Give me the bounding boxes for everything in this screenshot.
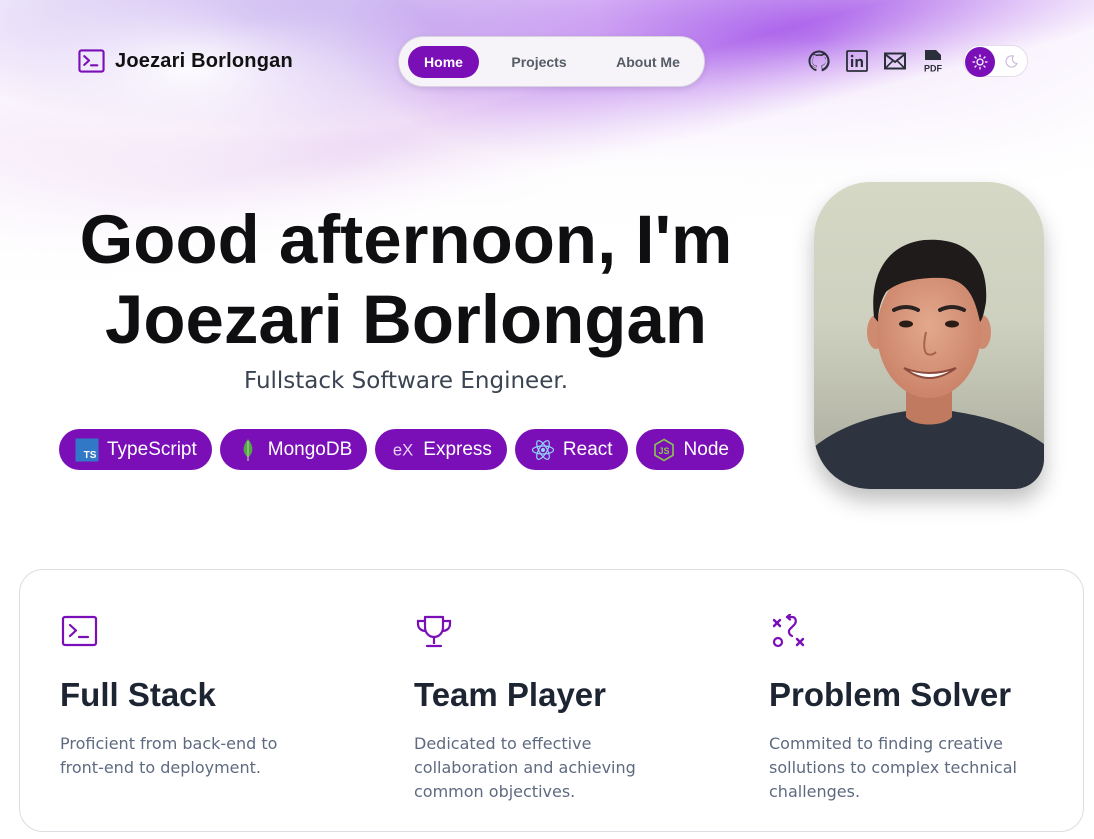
- skill-pills: TS TypeScript MongoDB eX Express React J…: [59, 429, 744, 470]
- skill-label: React: [562, 438, 613, 460]
- feature-problem-solver: Problem Solver Commited to finding creat…: [769, 613, 1049, 804]
- hero-greeting-line1: Good afternoon, I'm: [79, 201, 733, 278]
- sun-icon: [972, 54, 988, 70]
- express-icon: eX: [391, 438, 415, 462]
- mongodb-icon: [236, 438, 260, 462]
- nodejs-badge-text: JS: [658, 446, 669, 456]
- main-nav: Home Projects About Me: [398, 36, 705, 87]
- skill-pill-express[interactable]: eX Express: [375, 429, 507, 470]
- github-icon: [808, 50, 830, 72]
- features-card: Full Stack Proficient from back-end to f…: [19, 569, 1084, 832]
- skill-pill-node[interactable]: JS Node: [635, 429, 744, 470]
- trophy-icon: [416, 615, 452, 648]
- react-icon: [531, 438, 555, 462]
- portrait-illustration: [814, 239, 1044, 489]
- nodejs-icon: JS: [652, 438, 676, 462]
- profile-photo: [814, 182, 1044, 489]
- linkedin-icon: [846, 50, 868, 72]
- hero-subtitle: Fullstack Software Engineer.: [243, 368, 569, 394]
- skill-label: MongoDB: [267, 438, 353, 460]
- express-badge-text: eX: [393, 440, 413, 459]
- logo-name: Joezari Borlongan: [115, 49, 293, 72]
- light-mode-option[interactable]: [965, 47, 995, 77]
- terminal-icon: [78, 49, 105, 73]
- hero-greeting-line2: Joezari Borlongan: [105, 281, 707, 358]
- feature-title: Team Player: [414, 676, 607, 713]
- moon-icon[interactable]: [1004, 54, 1019, 69]
- feature-description: Dedicated to effective collaboration and…: [414, 734, 636, 801]
- site-logo[interactable]: Joezari Borlongan: [78, 48, 293, 74]
- mail-icon: [884, 52, 906, 70]
- resume-pdf-link[interactable]: PDF: [921, 49, 945, 73]
- linkedin-link[interactable]: [845, 49, 869, 73]
- feature-title: Problem Solver: [769, 676, 1012, 713]
- skill-label: Node: [683, 438, 729, 460]
- email-link[interactable]: [883, 49, 907, 73]
- pdf-icon-label: PDF: [924, 64, 943, 74]
- feature-team-player: Team Player Dedicated to effective colla…: [414, 614, 694, 804]
- theme-toggle[interactable]: [963, 45, 1028, 77]
- terminal-icon: [61, 615, 98, 647]
- typescript-badge-text: TS: [84, 450, 97, 461]
- skill-pill-mongodb[interactable]: MongoDB: [219, 429, 368, 470]
- typescript-icon: TS: [75, 438, 99, 462]
- strategy-icon: [772, 613, 805, 648]
- nav-about-me[interactable]: About Me: [599, 46, 697, 78]
- skill-label: TypeScript: [107, 438, 197, 460]
- github-link[interactable]: [807, 49, 831, 73]
- nav-home[interactable]: Home: [408, 45, 479, 78]
- skill-pill-typescript[interactable]: TS TypeScript: [59, 429, 212, 470]
- feature-description: Commited to finding creative sollutions …: [769, 734, 1017, 801]
- feature-full-stack: Full Stack Proficient from back-end to f…: [60, 614, 340, 780]
- nav-projects[interactable]: Projects: [479, 46, 599, 78]
- feature-description: Proficient from back-end to front-end to…: [60, 734, 278, 777]
- hero-greeting: Good afternoon, I'm Joezari Borlongan: [40, 200, 772, 360]
- feature-title: Full Stack: [60, 676, 216, 713]
- pdf-icon: PDF: [924, 50, 943, 74]
- skill-pill-react[interactable]: React: [514, 429, 628, 470]
- skill-label: Express: [423, 438, 492, 460]
